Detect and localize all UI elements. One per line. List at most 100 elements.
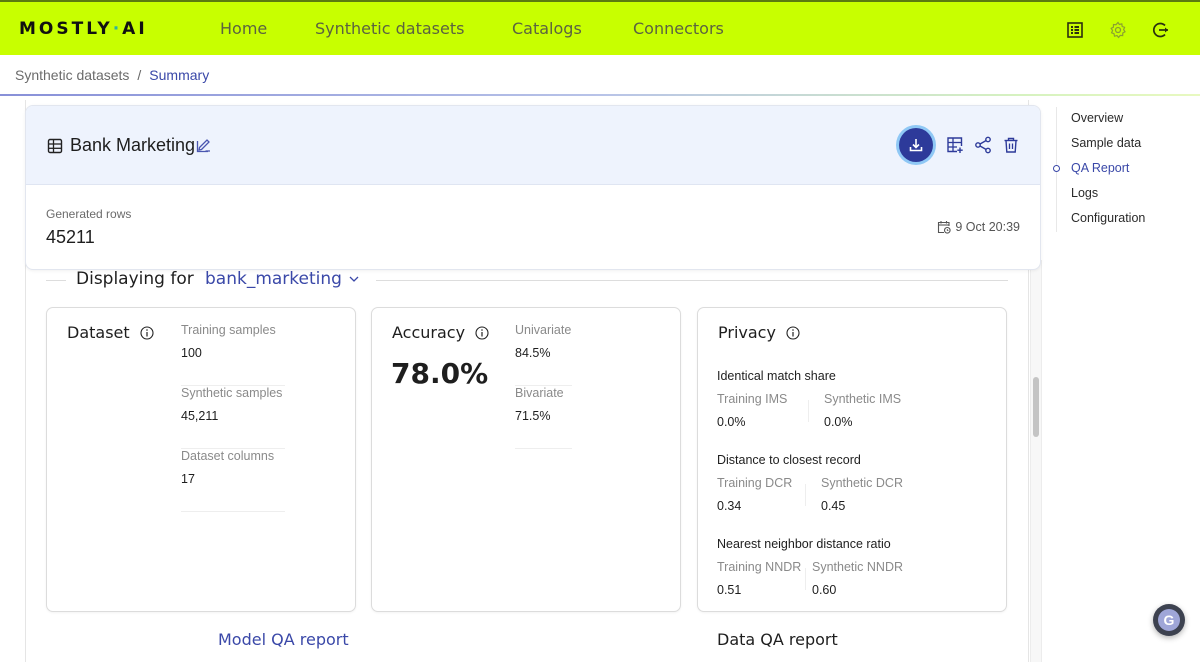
metric-value: 100: [181, 346, 202, 360]
metric-label: Training samples: [181, 323, 276, 337]
ims-section-title: Identical match share: [717, 369, 836, 383]
generated-date: 9 Oct 20:39: [937, 220, 1020, 234]
generated-rows-label: Generated rows: [46, 207, 132, 221]
metric-value: 0.0%: [824, 415, 853, 429]
dataset-header-card: Bank Marketing Generated rows 45211 9 Oc…: [25, 105, 1041, 270]
metric-value: 17: [181, 472, 195, 486]
divider: [805, 568, 806, 590]
breadcrumb-synthetic-datasets[interactable]: Synthetic datasets: [15, 67, 129, 83]
synthetic-dcr: Synthetic DCR 0.45: [821, 476, 903, 513]
divider-line: [376, 280, 1008, 281]
synthetic-ims: Synthetic IMS 0.0%: [824, 392, 901, 429]
training-nndr: Training NNDR 0.51: [717, 560, 801, 597]
privacy-card-title: Privacy: [718, 323, 800, 342]
nndr-section-title: Nearest neighbor distance ratio: [717, 537, 891, 551]
side-nav-logs[interactable]: Logs: [1071, 186, 1098, 200]
synthetic-nndr: Synthetic NNDR 0.60: [812, 560, 903, 597]
metric-value: 0.45: [821, 499, 846, 513]
side-nav-configuration[interactable]: Configuration: [1071, 211, 1145, 225]
info-icon[interactable]: [475, 325, 489, 340]
download-button[interactable]: [899, 128, 933, 162]
metric-value: 0.0%: [717, 415, 746, 429]
metric-univariate: Univariate 84.5%: [515, 323, 572, 386]
share-icon[interactable]: [974, 136, 992, 154]
metric-label: Synthetic IMS: [824, 392, 902, 406]
nav-connectors[interactable]: Connectors: [633, 19, 724, 38]
metric-label: Dataset columns: [181, 449, 275, 463]
metric-dataset-columns: Dataset columns 17: [181, 449, 285, 512]
header-divider: [0, 94, 1200, 96]
info-icon[interactable]: [786, 325, 800, 340]
logo-dot: ·: [112, 19, 123, 39]
delete-icon[interactable]: [1002, 136, 1020, 154]
dataset-header-top: Bank Marketing: [26, 106, 1040, 185]
dataset-card-title: Dataset: [67, 323, 154, 342]
dcr-section-title: Distance to closest record: [717, 453, 861, 467]
table-selector[interactable]: bank_marketing: [205, 269, 342, 289]
scrollbar-thumb[interactable]: [1033, 377, 1039, 437]
privacy-card: Privacy Identical match share Training I…: [697, 307, 1007, 612]
scrollbar[interactable]: [1030, 260, 1042, 662]
edit-icon[interactable]: [196, 137, 212, 153]
breadcrumb-summary[interactable]: Summary: [149, 67, 209, 83]
mostly-ai-logo[interactable]: MOSTLY·AI: [19, 19, 148, 39]
chevron-down-icon[interactable]: [348, 273, 360, 285]
metric-label: Training NNDR: [717, 560, 802, 574]
divider: [805, 484, 806, 506]
model-qa-report-tab[interactable]: Model QA report: [218, 630, 349, 649]
logo-text-right: AI: [122, 19, 148, 39]
side-nav-overview[interactable]: Overview: [1071, 111, 1123, 125]
nav-home[interactable]: Home: [220, 19, 267, 38]
info-icon[interactable]: [140, 325, 154, 340]
assistant-icon: G: [1158, 609, 1180, 631]
displaying-for-label: Displaying for: [76, 269, 194, 289]
metric-bivariate: Bivariate 71.5%: [515, 386, 572, 449]
side-nav-qa-report[interactable]: QA Report: [1071, 161, 1129, 175]
metric-label: Synthetic DCR: [821, 476, 903, 490]
metric-training-samples: Training samples 100: [181, 323, 285, 386]
metric-value: 0.60: [812, 583, 837, 597]
accuracy-card-title: Accuracy: [392, 323, 489, 342]
generated-rows-value: 45211: [46, 227, 95, 247]
training-ims: Training IMS 0.0%: [717, 392, 787, 429]
nndr-values: Training NNDR 0.51 Synthetic NNDR 0.60: [717, 560, 977, 604]
metric-label: Univariate: [515, 323, 572, 337]
page-section-nav: Overview Sample data QA Report Logs Conf…: [1053, 107, 1196, 232]
dcr-values: Training DCR 0.34 Synthetic DCR 0.45: [717, 476, 977, 520]
gear-icon[interactable]: [1109, 21, 1127, 39]
metric-value: 0.51: [717, 583, 742, 597]
metric-synthetic-samples: Synthetic samples 45,211: [181, 386, 285, 449]
divider-line: [46, 280, 66, 281]
accuracy-card: Accuracy 78.0% Univariate 84.5% Bivariate…: [371, 307, 681, 612]
nav-catalogs[interactable]: Catalogs: [512, 19, 582, 38]
displaying-for-row: Displaying for bank_marketing: [46, 268, 1008, 292]
side-nav-sample-data[interactable]: Sample data: [1071, 136, 1141, 150]
add-table-icon[interactable]: [946, 136, 964, 154]
training-dcr: Training DCR 0.34: [717, 476, 792, 513]
logo-text-left: MOSTLY: [19, 19, 113, 39]
metric-label: Training DCR: [717, 476, 793, 490]
metric-label: Synthetic NNDR: [812, 560, 903, 574]
floating-assistant-button[interactable]: G: [1153, 604, 1185, 636]
metric-value: 45,211: [181, 409, 219, 423]
dataset-card-title-text: Dataset: [67, 323, 130, 342]
table-icon: [47, 138, 63, 154]
dataset-card: Dataset Training samples 100 Synthetic sa…: [46, 307, 356, 612]
overall-accuracy: 78.0%: [391, 357, 489, 390]
accuracy-card-title-text: Accuracy: [392, 323, 466, 342]
logout-icon[interactable]: [1152, 21, 1170, 39]
breadcrumb-separator: /: [137, 67, 142, 83]
data-qa-report-tab[interactable]: Data QA report: [717, 630, 838, 649]
breadcrumb: Synthetic datasets / Summary: [15, 67, 209, 83]
metric-value: 0.34: [717, 499, 742, 513]
nav-synthetic-datasets[interactable]: Synthetic datasets: [315, 19, 464, 38]
metric-value: 71.5%: [515, 409, 551, 423]
active-indicator-icon: [1053, 165, 1060, 172]
top-navigation-bar: MOSTLY·AI Home Synthetic datasets Catalo…: [0, 0, 1200, 55]
metric-label: Bivariate: [515, 386, 564, 400]
dataset-title: Bank Marketing: [70, 135, 196, 155]
divider: [808, 400, 809, 422]
metric-label: Training IMS: [717, 392, 788, 406]
docs-icon[interactable]: [1066, 21, 1084, 39]
metric-label: Synthetic samples: [181, 386, 283, 400]
